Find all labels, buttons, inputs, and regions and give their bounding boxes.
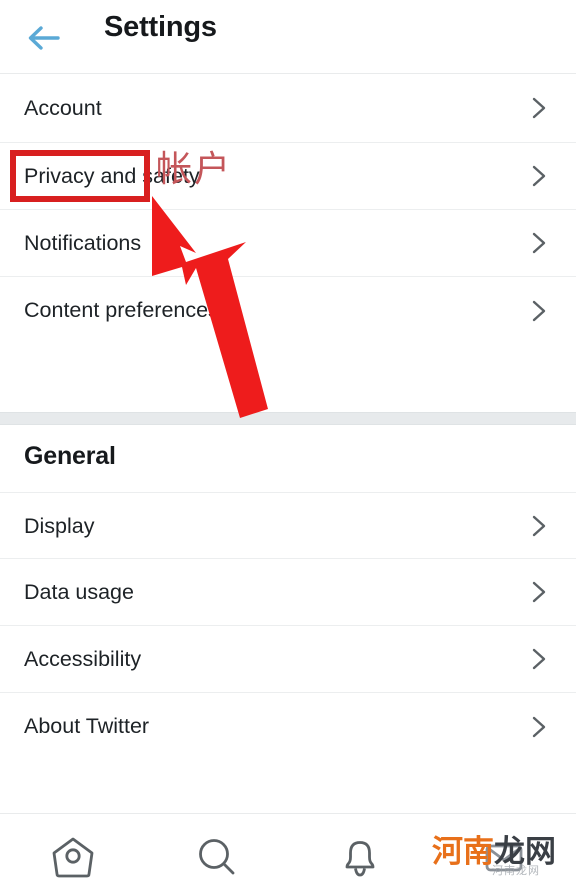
settings-row-display[interactable]: Display (0, 492, 576, 559)
page-title: Settings (104, 11, 217, 43)
settings-row-privacy-and-safety[interactable]: Privacy and safety (0, 143, 576, 210)
settings-row-label: Notifications (24, 231, 142, 255)
settings-row-account[interactable]: Account (0, 74, 576, 143)
settings-row-label: Accessibility (24, 647, 142, 671)
settings-row-label: Account (24, 96, 102, 120)
nav-item-messages[interactable] (468, 832, 540, 884)
home-icon (48, 834, 98, 882)
nav-item-notifications[interactable] (324, 832, 396, 884)
app-screen: Settings Account Privacy and safety Noti… (0, 0, 576, 894)
back-button[interactable] (24, 20, 68, 56)
chevron-right-icon (530, 163, 548, 189)
app-header: Settings (0, 0, 576, 74)
chevron-right-icon (530, 298, 548, 324)
settings-row-label: Privacy and safety (24, 164, 200, 188)
chevron-right-icon (530, 714, 548, 740)
nav-item-search[interactable] (181, 832, 253, 884)
envelope-icon (480, 834, 528, 882)
section-divider-band (0, 412, 576, 425)
bell-icon (337, 834, 383, 882)
bottom-navigation-bar (0, 813, 576, 894)
chevron-right-icon (530, 95, 548, 121)
settings-row-label: Data usage (24, 580, 134, 604)
chevron-right-icon (530, 646, 548, 672)
settings-row-accessibility[interactable]: Accessibility (0, 626, 576, 693)
chevron-right-icon (530, 513, 548, 539)
settings-section-general: Display Data usage Accessibility About T… (0, 492, 576, 760)
settings-row-data-usage[interactable]: Data usage (0, 559, 576, 626)
settings-row-label: Display (24, 514, 95, 538)
settings-row-notifications[interactable]: Notifications (0, 210, 576, 277)
settings-row-content-preferences[interactable]: Content preferences (0, 277, 576, 344)
settings-row-about-twitter[interactable]: About Twitter (0, 693, 576, 760)
section-title-general: General (24, 442, 116, 470)
chevron-right-icon (530, 230, 548, 256)
arrow-left-icon (24, 23, 64, 53)
search-icon (193, 834, 241, 882)
settings-section-account: Account Privacy and safety Notifications (0, 74, 576, 344)
nav-item-home[interactable] (37, 832, 109, 884)
settings-row-label: About Twitter (24, 714, 150, 738)
settings-row-label: Content preferences (24, 298, 219, 322)
chevron-right-icon (530, 579, 548, 605)
